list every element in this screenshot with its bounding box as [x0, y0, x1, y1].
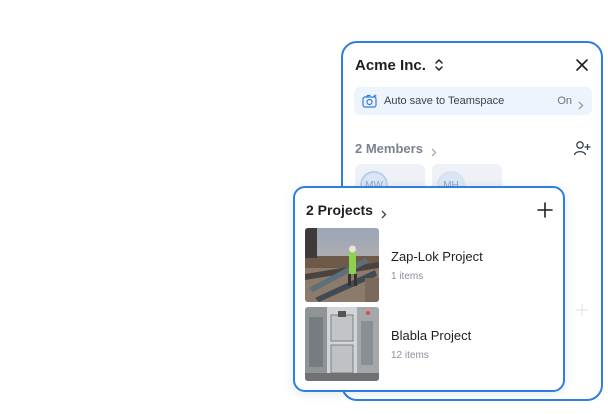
autosave-label: Auto save to Teamspace [384, 95, 505, 107]
camera-icon [362, 94, 378, 108]
chevron-right-icon [381, 206, 387, 218]
plus-icon[interactable] [537, 202, 553, 218]
members-title: 2 Members [355, 140, 423, 156]
projects-header: 2 Projects [306, 200, 553, 220]
project-text: Blabla Project 12 items [391, 328, 471, 361]
autosave-status: On [557, 95, 572, 107]
projects-link[interactable]: 2 Projects [306, 202, 387, 218]
close-icon[interactable] [575, 58, 589, 72]
team-switcher[interactable]: Acme Inc. [355, 57, 444, 74]
projects-panel: 2 Projects Zap-Lok Project 1 items Blabl… [293, 186, 565, 392]
project-item-count: 1 items [391, 270, 424, 282]
project-name: Blabla Project [391, 327, 472, 343]
updown-chevron-icon [434, 58, 444, 72]
members-link[interactable]: 2 Members [355, 141, 437, 156]
chevron-right-icon [578, 97, 584, 109]
team-header: Acme Inc. [355, 55, 589, 75]
add-person-icon[interactable] [573, 140, 591, 156]
project-item-blabla[interactable]: Blabla Project 12 items [305, 307, 555, 381]
project-thumbnail [305, 307, 379, 381]
project-item-zap-lok[interactable]: Zap-Lok Project 1 items [305, 228, 555, 302]
project-name: Zap-Lok Project [391, 248, 483, 264]
project-thumbnail [305, 228, 379, 302]
team-name: Acme Inc. [355, 56, 426, 74]
project-item-count: 12 items [391, 349, 429, 361]
members-row: 2 Members [355, 137, 591, 159]
project-text: Zap-Lok Project 1 items [391, 249, 483, 282]
projects-title: 2 Projects [306, 202, 373, 218]
plus-icon [575, 303, 589, 317]
chevron-right-icon [431, 144, 437, 156]
autosave-row[interactable]: Auto save to Teamspace On [354, 87, 592, 115]
